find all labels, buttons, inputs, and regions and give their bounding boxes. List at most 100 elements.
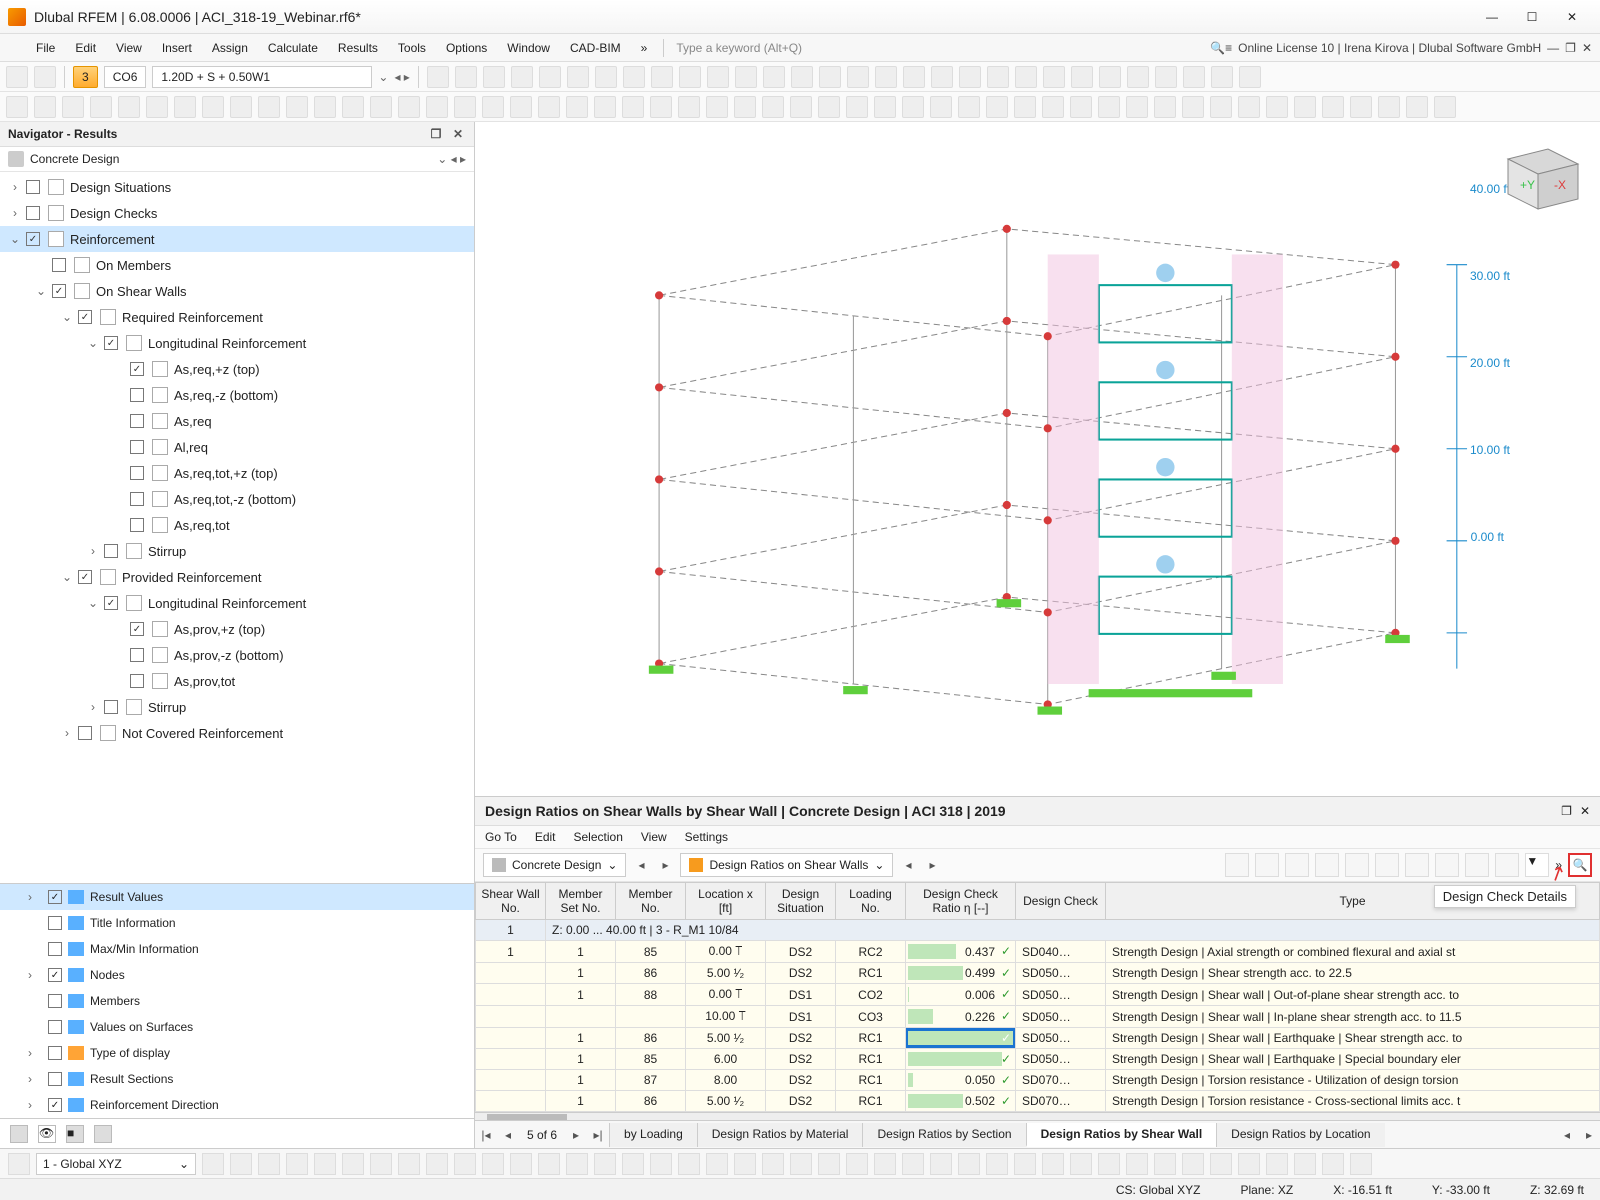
tb-btn[interactable]: [1098, 96, 1120, 118]
tb-btn[interactable]: [930, 96, 952, 118]
tb-btn[interactable]: [1154, 96, 1176, 118]
sb-btn[interactable]: [734, 1153, 756, 1175]
mdi-minimize[interactable]: —: [1547, 41, 1559, 55]
tb-btn[interactable]: [567, 66, 589, 88]
tb-btn[interactable]: [790, 96, 812, 118]
sb-btn[interactable]: [8, 1153, 30, 1175]
keyword-search[interactable]: Type a keyword (Alt+Q): [670, 39, 930, 57]
sb-btn[interactable]: [1238, 1153, 1260, 1175]
tb-btn[interactable]: [511, 66, 533, 88]
results-tab[interactable]: Design Ratios by Material: [697, 1123, 863, 1147]
results-tab[interactable]: Design Ratios by Section: [862, 1123, 1025, 1147]
tb-btn[interactable]: [1127, 66, 1149, 88]
tb-btn[interactable]: [34, 96, 56, 118]
table-row[interactable]: 188 0.00 ⟙DS1CO2 0.006✓ SD050…Strength D…: [476, 984, 1600, 1006]
navigator-tree[interactable]: › Design Situations› Design Checks⌄ Rein…: [0, 172, 474, 883]
tbtn[interactable]: [1465, 853, 1489, 877]
tb-btn[interactable]: [875, 66, 897, 88]
sb-btn[interactable]: [790, 1153, 812, 1175]
tb-btn[interactable]: [1210, 96, 1232, 118]
results-tab[interactable]: by Loading: [609, 1123, 697, 1147]
tb-btn[interactable]: [370, 96, 392, 118]
tbtn[interactable]: [1375, 853, 1399, 877]
tb-btn[interactable]: [314, 96, 336, 118]
tree-item[interactable]: ⌄ Longitudinal Reinforcement: [0, 590, 474, 616]
tb-btn[interactable]: [118, 96, 140, 118]
horizontal-scrollbar[interactable]: [475, 1112, 1600, 1120]
tb-btn[interactable]: [62, 96, 84, 118]
tb-btn[interactable]: [735, 66, 757, 88]
tree-item[interactable]: ⌄ Reinforcement: [0, 226, 474, 252]
panel-menu-goto[interactable]: Go To: [485, 830, 517, 844]
sb-btn[interactable]: [482, 1153, 504, 1175]
navigator-module-picker[interactable]: Concrete Design ⌄ ◂ ▸: [0, 147, 474, 172]
sb-btn[interactable]: [454, 1153, 476, 1175]
loadcase-desc[interactable]: 1.20D + S + 0.50W1: [152, 66, 372, 88]
tb-btn[interactable]: [1294, 96, 1316, 118]
list-item[interactable]: › Type of display: [0, 1040, 474, 1066]
sb-btn[interactable]: [986, 1153, 1008, 1175]
last-page[interactable]: ▸|: [587, 1128, 609, 1142]
tb-btn[interactable]: [146, 96, 168, 118]
tb-btn[interactable]: [483, 66, 505, 88]
prev-page[interactable]: ◂: [497, 1128, 519, 1142]
camera-icon[interactable]: ■: [66, 1125, 84, 1143]
sb-btn[interactable]: [958, 1153, 980, 1175]
tree-item[interactable]: ⌄ Longitudinal Reinforcement: [0, 330, 474, 356]
tb-btn[interactable]: [959, 66, 981, 88]
prev-module[interactable]: ◂: [632, 856, 650, 874]
tree-item[interactable]: Al,req: [0, 434, 474, 460]
tbtn[interactable]: [1405, 853, 1429, 877]
sb-btn[interactable]: [1266, 1153, 1288, 1175]
tb-btn[interactable]: [1015, 66, 1037, 88]
sb-btn[interactable]: [1322, 1153, 1344, 1175]
navigator-dock-icon[interactable]: ❐: [428, 126, 444, 142]
tb-btn[interactable]: [651, 66, 673, 88]
menu-edit[interactable]: Edit: [65, 37, 106, 59]
results-table[interactable]: Shear Wall No.Member Set No.Member No.Lo…: [475, 882, 1600, 1148]
tabs-scroll-right[interactable]: ▸: [1578, 1128, 1600, 1142]
menu-tools[interactable]: Tools: [388, 37, 436, 59]
tb-btn[interactable]: [1043, 66, 1065, 88]
sb-btn[interactable]: [678, 1153, 700, 1175]
menu-cadbim[interactable]: CAD-BIM: [560, 37, 631, 59]
sb-btn[interactable]: [1350, 1153, 1372, 1175]
panel-menu-settings[interactable]: Settings: [685, 830, 728, 844]
tb-btn[interactable]: [762, 96, 784, 118]
tree-item[interactable]: As,req,-z (bottom): [0, 382, 474, 408]
col-header[interactable]: Loading No.: [836, 883, 906, 920]
sb-btn[interactable]: [566, 1153, 588, 1175]
menu-window[interactable]: Window: [497, 37, 560, 59]
tb-btn[interactable]: [1211, 66, 1233, 88]
sb-btn[interactable]: [314, 1153, 336, 1175]
tb-btn[interactable]: [1238, 96, 1260, 118]
next-page[interactable]: ▸: [565, 1128, 587, 1142]
sb-btn[interactable]: [1126, 1153, 1148, 1175]
coordinate-system-combo[interactable]: 1 - Global XYZ⌄: [36, 1153, 196, 1175]
loadcase-number[interactable]: 3: [73, 66, 98, 88]
tree-item[interactable]: As,prov,+z (top): [0, 616, 474, 642]
sb-btn[interactable]: [874, 1153, 896, 1175]
tb-btn[interactable]: [286, 96, 308, 118]
loadcase-name[interactable]: CO6: [104, 66, 147, 88]
tb-btn[interactable]: [679, 66, 701, 88]
sb-btn[interactable]: [510, 1153, 532, 1175]
tb-btn[interactable]: [846, 96, 868, 118]
tree-item[interactable]: As,req: [0, 408, 474, 434]
tb-btn[interactable]: [1099, 66, 1121, 88]
prev-table[interactable]: ◂: [899, 856, 917, 874]
sb-btn[interactable]: [846, 1153, 868, 1175]
tb-btn[interactable]: [594, 96, 616, 118]
next-table[interactable]: ▸: [923, 856, 941, 874]
table-row[interactable]: 10.00 ⟙DS1CO3 0.226✓ SD050…Strength Desi…: [476, 1006, 1600, 1028]
list-item[interactable]: Title Information: [0, 910, 474, 936]
close-button[interactable]: ✕: [1552, 3, 1592, 31]
tree-item[interactable]: On Members: [0, 252, 474, 278]
tb-btn[interactable]: [34, 66, 56, 88]
col-header[interactable]: Location x [ft]: [686, 883, 766, 920]
tb-btn[interactable]: [455, 66, 477, 88]
tb-btn[interactable]: [1126, 96, 1148, 118]
menu-results[interactable]: Results: [328, 37, 388, 59]
tb-btn[interactable]: [90, 96, 112, 118]
sb-btn[interactable]: [650, 1153, 672, 1175]
